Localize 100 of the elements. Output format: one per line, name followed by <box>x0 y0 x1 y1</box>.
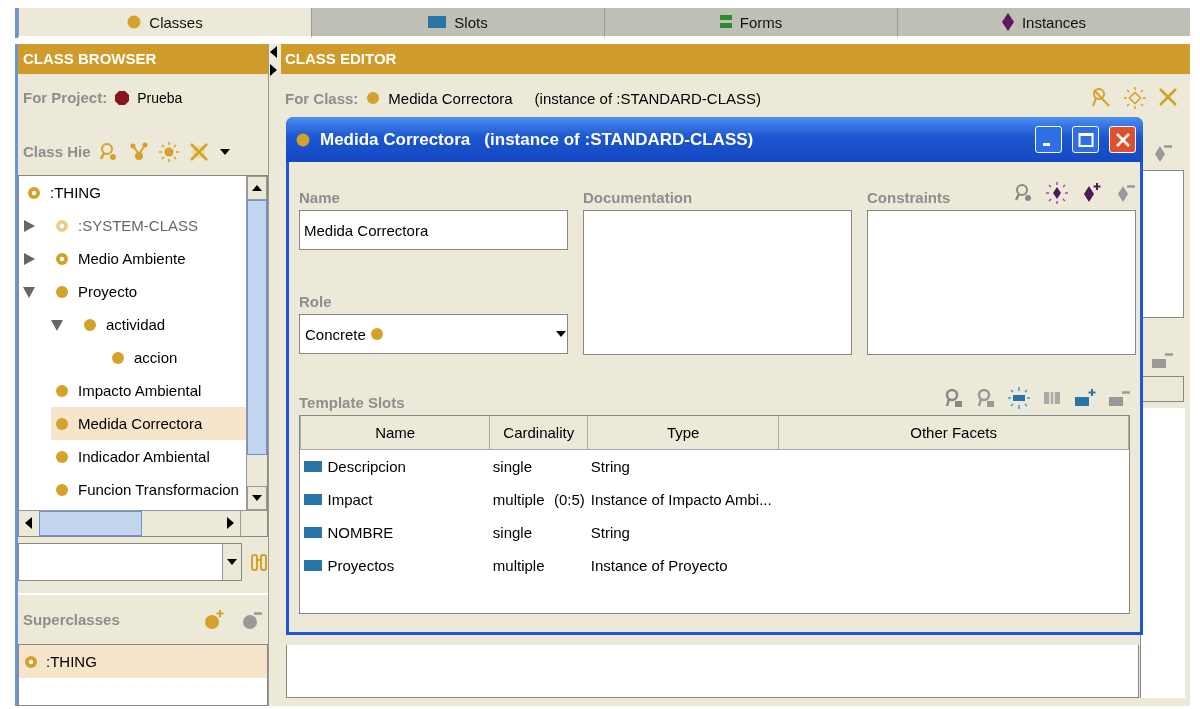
table-cell: multiple <box>492 557 545 574</box>
tree-item[interactable]: Funcion Transformacion <box>51 473 246 507</box>
section-label: Template Slots <box>299 394 405 411</box>
scrollbar-thumb[interactable] <box>39 510 142 536</box>
slot-icon <box>303 494 322 505</box>
slot-icon <box>303 560 322 571</box>
column-header[interactable]: Type <box>587 416 779 450</box>
class-icon <box>55 416 69 431</box>
field-label: Class Hie <box>23 143 91 160</box>
delete-icon[interactable] <box>188 141 209 162</box>
table-cell: NOMBRE <box>303 524 487 541</box>
class-icon <box>83 317 97 332</box>
scrollbar-thumb[interactable] <box>247 200 267 456</box>
class-icon <box>127 15 142 29</box>
class-type: (instance of :STANDARD-CLASS) <box>534 89 762 107</box>
class-icon <box>24 654 38 669</box>
class-icon <box>366 91 381 105</box>
find-icon[interactable] <box>1090 87 1112 109</box>
project-icon <box>115 90 130 105</box>
field-label: Name <box>299 189 340 206</box>
expand-toggle[interactable] <box>23 285 35 298</box>
table-cell: multiple <box>492 491 545 508</box>
add-slot-icon[interactable] <box>1074 388 1096 408</box>
panel-header: CLASS EDITOR <box>281 44 1190 74</box>
slot-icon <box>303 527 322 538</box>
remove-slot-icon[interactable] <box>1151 350 1173 370</box>
class-icon <box>55 449 69 464</box>
tree-item[interactable]: Impacto Ambiental <box>51 374 246 408</box>
tab[interactable]: Classes <box>18 8 311 38</box>
binoculars-icon[interactable] <box>250 551 268 572</box>
maximize-button[interactable] <box>1072 126 1099 153</box>
minimize-icon <box>1043 143 1050 146</box>
column-header[interactable]: Name <box>300 416 490 450</box>
search-combo-field[interactable] <box>18 542 242 581</box>
field-label: Documentation <box>583 189 693 206</box>
tree-item[interactable]: actividad <box>79 308 246 342</box>
column-header[interactable]: Other Facets <box>778 416 1129 450</box>
field-label: For Class: <box>285 89 359 107</box>
scroll-down-button[interactable] <box>247 485 267 510</box>
find-icon[interactable] <box>976 388 996 408</box>
expand-toggle[interactable] <box>51 318 63 331</box>
burst-icon[interactable] <box>1046 182 1068 204</box>
list-item[interactable]: :THING <box>19 645 267 679</box>
remove-slot-icon[interactable] <box>1108 388 1130 408</box>
documentation-field[interactable] <box>583 210 852 355</box>
tree-item[interactable]: :SYSTEM-CLASS <box>51 209 246 243</box>
expand-toggle[interactable] <box>23 252 35 265</box>
table-cell: Instance of Impacto Ambi... <box>590 491 772 508</box>
class-icon <box>369 327 384 341</box>
table-cell: Instance of Proyecto <box>590 557 728 574</box>
tree-item[interactable]: Proyecto <box>51 275 246 309</box>
tree-item[interactable]: :THING <box>23 176 246 210</box>
tree-item[interactable]: Medida Correctora <box>51 407 246 441</box>
tree-item[interactable]: accion <box>107 341 246 375</box>
class-icon <box>111 350 125 365</box>
class-name: Medida Correctora <box>388 89 513 107</box>
minimize-button[interactable] <box>1035 126 1062 153</box>
close-button[interactable] <box>1109 126 1136 153</box>
text-area[interactable] <box>1140 170 1184 318</box>
panel-header: CLASS BROWSER <box>18 44 268 74</box>
tab[interactable]: Forms <box>604 8 897 38</box>
form-icon <box>719 15 732 29</box>
table-cell: Proyectos <box>303 557 487 574</box>
section-label: Superclasses <box>23 611 120 629</box>
expand-toggle[interactable] <box>23 219 35 232</box>
table-cell: single <box>492 524 533 541</box>
field-label: Role <box>299 293 332 310</box>
tab[interactable]: Instances <box>897 8 1190 38</box>
delete-icon[interactable] <box>1158 87 1178 107</box>
dialog-title: Medida Correctora (instance of :STANDARD-CLASS) <box>320 129 755 150</box>
add-class-icon[interactable] <box>203 608 225 631</box>
tree-item[interactable]: Medio Ambiente <box>51 242 246 276</box>
project-name: Prueba <box>137 89 183 106</box>
field-label: For Project: <box>23 89 108 107</box>
tree-item[interactable]: Indicador Ambiental <box>51 440 246 474</box>
class-icon <box>55 218 69 233</box>
scroll-up-button[interactable] <box>247 176 267 201</box>
class-icon <box>296 132 310 147</box>
instance-icon <box>1001 13 1014 31</box>
constraints-field[interactable] <box>867 210 1136 355</box>
table-cell: (0:5) <box>553 491 585 508</box>
tab[interactable]: Slots <box>311 8 604 38</box>
find-icon[interactable] <box>1014 183 1034 203</box>
class-icon <box>55 383 69 398</box>
maximize-icon <box>1077 131 1094 148</box>
column-header[interactable]: Cardinality <box>489 416 588 450</box>
close-icon <box>1114 131 1131 148</box>
class-icon <box>55 251 69 266</box>
table-cell: single <box>492 458 533 475</box>
subclass-icon[interactable] <box>128 141 149 162</box>
find-icon[interactable] <box>944 388 964 408</box>
class-icon <box>55 482 69 497</box>
find-icon[interactable] <box>98 141 119 162</box>
name-field[interactable]: Medida Correctora <box>299 210 568 250</box>
class-icon <box>55 284 69 299</box>
role-dropdown[interactable]: Concrete <box>299 314 568 354</box>
slot-icon <box>303 461 322 472</box>
class-icon <box>27 185 41 200</box>
table-cell: String <box>590 458 630 475</box>
slot-icon <box>428 16 447 28</box>
